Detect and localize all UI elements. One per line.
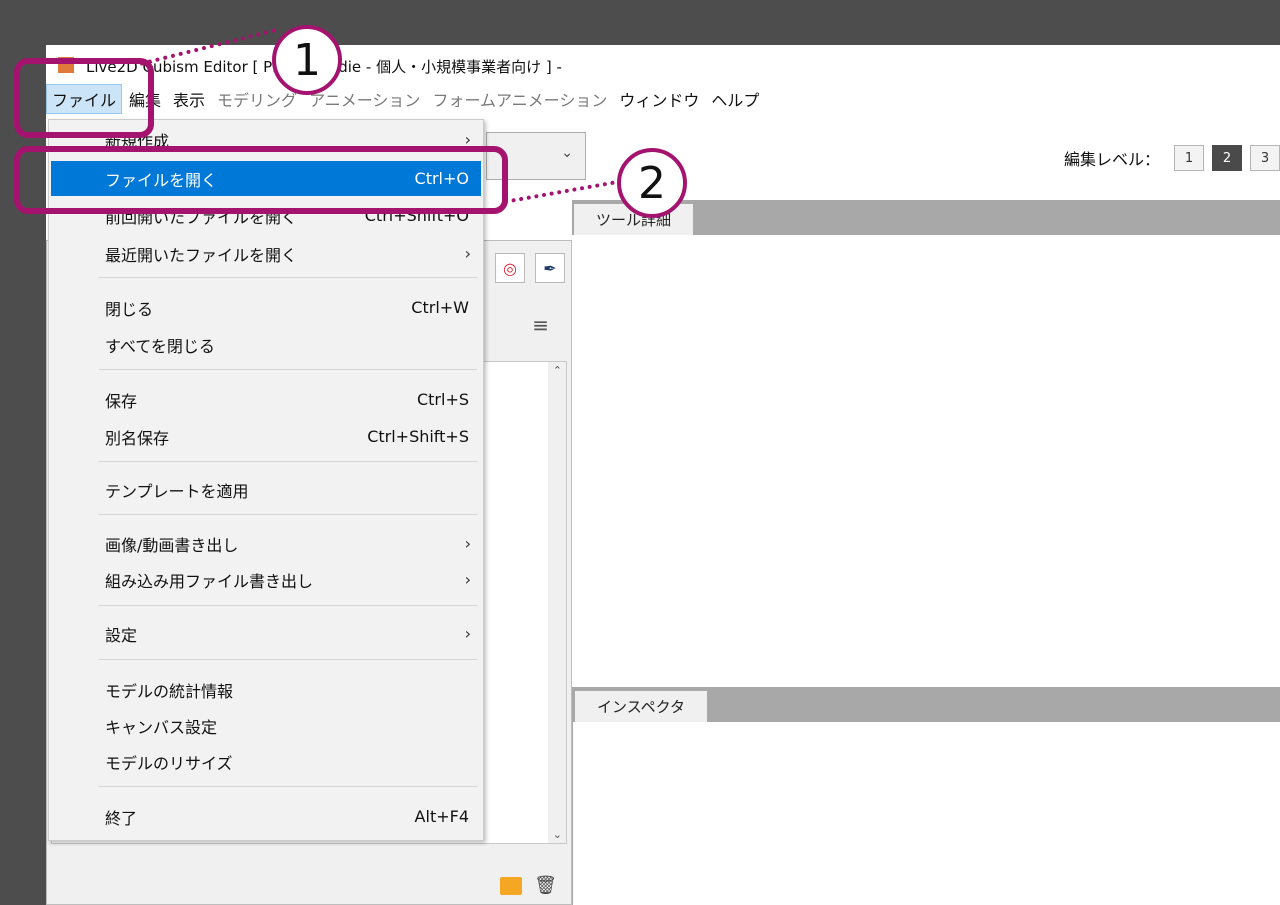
menu-item-open-recent[interactable]: 最近開いたファイルを開く › <box>51 236 481 271</box>
menu-item-shortcut: Alt+F4 <box>414 807 469 826</box>
annotation-box-open-file <box>14 146 508 214</box>
menu-item-label: 別名保存 <box>105 428 170 448</box>
menu-separator <box>99 786 477 787</box>
menu-item-close-all[interactable]: すべてを閉じる <box>51 327 481 362</box>
menu-separator <box>99 461 477 462</box>
inspector-header: インスペクタ <box>573 687 1280 722</box>
lasso-icon[interactable]: ◎ <box>495 253 525 283</box>
menu-item-shortcut: Ctrl+W <box>411 298 469 317</box>
menu-separator <box>99 605 477 606</box>
menu-item-model-resize[interactable]: モデルのリサイズ <box>51 744 481 779</box>
menu-item-save[interactable]: 保存 Ctrl+S <box>51 382 481 417</box>
step-2-badge: 2 <box>617 148 687 218</box>
trash-icon[interactable]: 🗑 <box>534 875 557 896</box>
menu-view[interactable]: 表示 <box>168 85 210 113</box>
annotation-box-file-menu <box>14 58 154 138</box>
edit-level-selector: 編集レベル： 1 2 3 <box>1064 145 1280 171</box>
menu-help[interactable]: ヘルプ <box>706 85 764 113</box>
chevron-right-icon: › <box>464 624 471 643</box>
folder-icon[interactable] <box>500 876 523 895</box>
menu-item-label: 最近開いたファイルを開く <box>105 245 298 265</box>
menu-item-shortcut: Ctrl+Shift+S <box>367 427 469 446</box>
tab-inspector[interactable]: インスペクタ <box>575 691 708 722</box>
menu-item-close[interactable]: 閉じる Ctrl+W <box>51 290 481 325</box>
menu-separator <box>99 277 477 278</box>
menu-item-settings[interactable]: 設定 › <box>51 616 481 651</box>
menu-item-label: すべてを閉じる <box>105 336 215 356</box>
menu-item-label: 画像/動画書き出し <box>105 535 239 555</box>
tool-detail-panel: ツール詳細 <box>572 200 1280 690</box>
menu-window[interactable]: ウィンドウ <box>614 85 704 113</box>
menu-item-apply-template[interactable]: テンプレートを適用 <box>51 472 481 507</box>
chevron-right-icon: › <box>464 244 471 263</box>
file-menu-dropdown: 新規作成 › ファイルを開く Ctrl+O 前回開いたファイルを開く Ctrl+… <box>48 119 484 841</box>
chevron-right-icon: › <box>464 570 471 589</box>
menu-item-label: 閉じる <box>105 299 154 319</box>
title-bar: Live2D Cubism Editor [ PRO for indie - 個… <box>46 45 1280 85</box>
panel-menu-icon[interactable]: ≡ <box>532 313 549 337</box>
scroll-down-icon[interactable]: ⌄ <box>553 828 562 841</box>
tool-icon-row: ◎ ✒ <box>495 253 565 283</box>
step-1-badge: 1 <box>272 25 342 95</box>
menu-item-label: 保存 <box>105 391 138 411</box>
menu-item-label: 組み込み用ファイル書き出し <box>105 571 314 591</box>
inspector-panel: インスペクタ <box>572 687 1280 905</box>
edit-level-1-button[interactable]: 1 <box>1174 145 1204 171</box>
menu-item-label: 設定 <box>105 625 138 645</box>
menu-separator <box>99 369 477 370</box>
menu-item-export-embed[interactable]: 組み込み用ファイル書き出し › <box>51 562 481 597</box>
menu-bar: ファイル 編集 表示 モデリング アニメーション フォームアニメーション ウィン… <box>46 84 1280 114</box>
menu-item-canvas-settings[interactable]: キャンバス設定 <box>51 708 481 743</box>
chevron-right-icon: › <box>464 534 471 553</box>
menu-item-shortcut: Ctrl+S <box>416 390 469 409</box>
menu-item-model-stats[interactable]: モデルの統計情報 <box>51 672 481 707</box>
menu-form-animation[interactable]: フォームアニメーション <box>427 85 612 113</box>
menu-item-label: キャンバス設定 <box>105 717 218 737</box>
edit-level-3-button[interactable]: 3 <box>1250 145 1280 171</box>
menu-item-label: モデルのリサイズ <box>105 753 233 773</box>
menu-item-label: モデルの統計情報 <box>105 681 234 701</box>
menu-item-export-image[interactable]: 画像/動画書き出し › <box>51 526 481 561</box>
menu-item-exit[interactable]: 終了 Alt+F4 <box>51 799 481 834</box>
pen-icon[interactable]: ✒ <box>535 253 565 283</box>
menu-item-save-as[interactable]: 別名保存 Ctrl+Shift+S <box>51 419 481 454</box>
menu-separator <box>99 514 477 515</box>
chevron-down-icon: ⌄ <box>561 145 573 161</box>
menu-item-label: テンプレートを適用 <box>105 481 249 501</box>
list-scrollbar[interactable]: ⌃ ⌄ <box>548 362 566 843</box>
scroll-up-icon[interactable]: ⌃ <box>553 364 562 377</box>
panel-footer: 🗑 <box>500 875 557 896</box>
menu-item-label: 終了 <box>105 808 138 828</box>
edit-level-label: 編集レベル： <box>1063 150 1160 169</box>
menu-separator <box>99 659 477 660</box>
edit-level-2-button[interactable]: 2 <box>1212 145 1242 171</box>
